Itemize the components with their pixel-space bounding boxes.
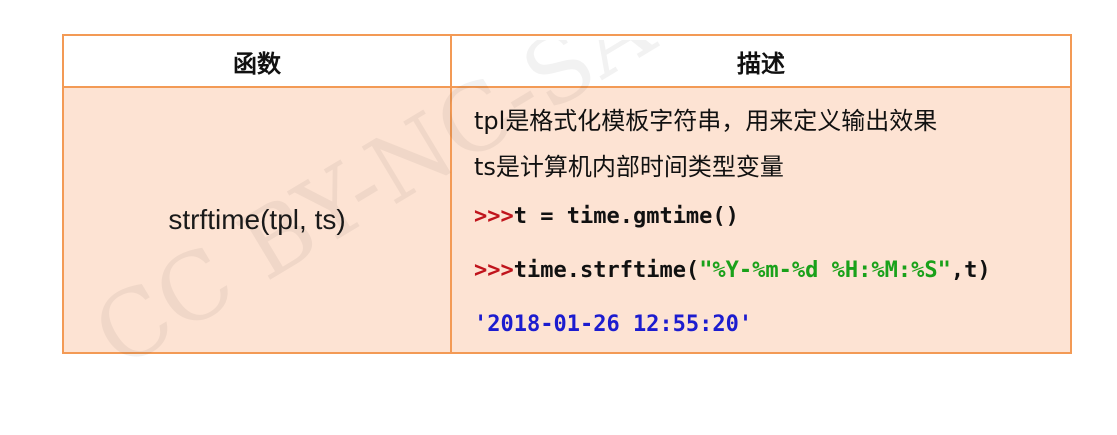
code-output: '2018-01-26 12:55:20' <box>474 312 753 337</box>
description-line-ts: ts是计算机内部时间类型变量 <box>474 153 784 181</box>
header-function: 函数 <box>62 34 452 88</box>
function-table: 函数 描述 strftime(tpl, ts) tpl是格式化模板字符串，用来定… <box>62 34 1072 354</box>
prompt-marker: >>> <box>474 258 514 283</box>
function-name: strftime(tpl, ts) <box>168 204 346 235</box>
table-header-row: 函数 描述 <box>62 34 1072 88</box>
prompt-marker: >>> <box>474 204 514 229</box>
code-line-strftime: >>>time.strftime("%Y-%m-%d %H:%M:%S",t) <box>474 244 1070 298</box>
code-line-gmtime: >>>t = time.gmtime() <box>474 190 1070 244</box>
code-string-literal: "%Y-%m-%d %H:%M:%S" <box>699 258 951 283</box>
code-text-tail: ,t) <box>950 258 991 283</box>
function-cell: strftime(tpl, ts) <box>62 86 452 354</box>
code-text: time.strftime( <box>513 258 700 283</box>
description-line-tpl: tpl是格式化模板字符串，用来定义输出效果 <box>474 107 938 135</box>
header-description: 描述 <box>450 34 1072 88</box>
code-text: t = time.gmtime() <box>513 204 739 229</box>
description-cell: tpl是格式化模板字符串，用来定义输出效果 ts是计算机内部时间类型变量 >>>… <box>450 86 1072 354</box>
table-row: strftime(tpl, ts) tpl是格式化模板字符串，用来定义输出效果 … <box>62 86 1072 354</box>
